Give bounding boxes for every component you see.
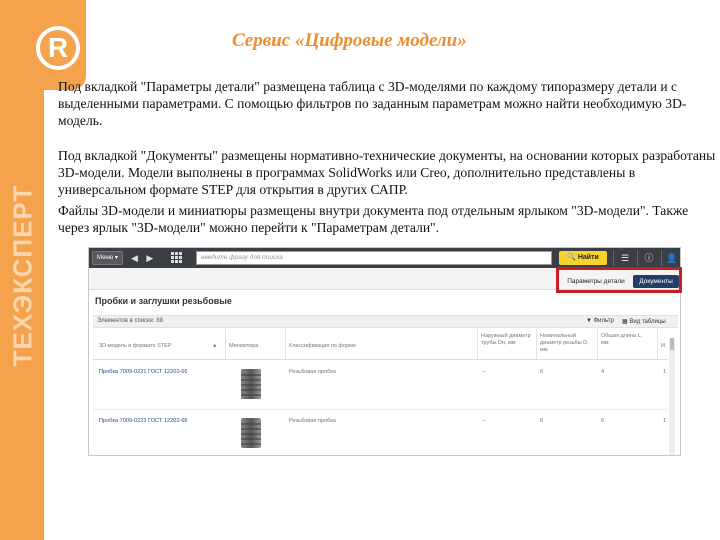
nav-arrows-icon[interactable]: ◀ ▶: [131, 251, 156, 265]
paragraph-params: Под вкладкой "Параметры детали" размещен…: [58, 79, 687, 128]
sort-arrow-icon[interactable]: ▲: [212, 343, 217, 350]
column-header-thumbnail[interactable]: Миниатюра: [229, 343, 258, 350]
paragraph-3d-files: Файлы 3D-модели и миниатюры размещены вн…: [58, 203, 689, 235]
row-divider: [93, 409, 668, 410]
find-button-label: Найти: [577, 254, 599, 261]
toolbar-divider: [637, 250, 638, 266]
company-logo: R: [30, 0, 86, 90]
table-icon: ▦: [622, 319, 628, 325]
table-row: Пробка 7009-0221 ГОСТ 12202-66 Резьбовая…: [93, 363, 668, 409]
app-screenshot: Меню ▾ ◀ ▶ введите фразу для поиска 🔍 На…: [88, 247, 681, 456]
table-scrollbar[interactable]: [669, 338, 675, 455]
classification-cell: Резьбовая пробка: [289, 418, 337, 424]
app-toolbar: Меню ▾ ◀ ▶ введите фразу для поиска 🔍 На…: [89, 248, 680, 268]
filter-icon: ▼: [586, 318, 592, 324]
column-header-classification[interactable]: Классификация по форме: [289, 343, 356, 350]
slide-title: Сервис «Цифровые модели»: [232, 30, 467, 51]
toolbar-divider: [661, 250, 662, 266]
column-divider: [225, 329, 226, 359]
column-header-outer-diameter[interactable]: Наружный диаметр трубы Dн, мм: [481, 333, 533, 347]
apps-grid-icon[interactable]: [171, 252, 182, 263]
view-table-button[interactable]: ▦ Вид таблицы: [622, 318, 666, 325]
column-divider: [597, 329, 598, 359]
total-length-cell: 6: [601, 418, 605, 424]
tab-part-parameters[interactable]: Параметры детали: [564, 275, 628, 288]
thread-diameter-cell: 8: [540, 418, 544, 424]
search-input[interactable]: введите фразу для поиска: [196, 251, 552, 265]
extra-cell: 1: [663, 369, 667, 375]
paragraph-documents: Под вкладкой "Документы" размещены норма…: [58, 148, 716, 197]
thread-diameter-cell: 6: [540, 369, 544, 375]
brand-vertical-label: ТЕХЭКСПЕРТ: [7, 184, 38, 366]
column-divider: [536, 329, 537, 359]
filter-label: Фильтр: [593, 318, 614, 324]
model-link[interactable]: Пробка 7009-0223 ГОСТ 12202-66: [99, 418, 188, 424]
column-header-extra[interactable]: И: [661, 343, 665, 350]
view-table-label: Вид таблицы: [629, 319, 666, 325]
outer-diameter-cell: –: [482, 369, 486, 375]
outer-diameter-cell: –: [482, 418, 486, 424]
total-length-cell: 4: [601, 369, 605, 375]
column-header-total-length[interactable]: Общая длина L, мм: [601, 333, 645, 347]
item-count: Элементов в списке: 88: [97, 318, 164, 324]
column-divider: [657, 329, 658, 359]
column-divider: [477, 329, 478, 359]
plug-thumbnail-icon[interactable]: [229, 365, 273, 403]
logo-circle-icon: R: [36, 26, 80, 70]
menu-button[interactable]: Меню ▾: [92, 251, 123, 265]
table-row: Пробка 7009-0223 ГОСТ 12202-66 Резьбовая…: [93, 412, 668, 455]
header-divider: [93, 359, 668, 360]
info-icon[interactable]: ⓘ: [642, 251, 656, 265]
logo-letter: R: [47, 32, 69, 63]
page-title: Пробки и заглушки резьбовые: [95, 296, 232, 306]
hamburger-menu-icon[interactable]: ☰: [618, 251, 632, 265]
column-divider: [285, 329, 286, 359]
user-icon[interactable]: 👤: [665, 251, 679, 265]
model-link[interactable]: Пробка 7009-0221 ГОСТ 12202-66: [99, 369, 188, 375]
brand-vertical-text: ТЕХЭКСПЕРТ: [3, 184, 43, 366]
toolbar-divider: [613, 250, 614, 266]
tab-documents[interactable]: Документы: [633, 275, 679, 288]
column-header-model[interactable]: 3D-модель в формате STEP: [99, 343, 172, 350]
find-button[interactable]: 🔍 Найти: [559, 251, 607, 265]
classification-cell: Резьбовая пробка: [289, 369, 337, 375]
filter-button[interactable]: ▼ Фильтр: [586, 318, 614, 324]
column-header-thread-diameter[interactable]: Номинальный диаметр резьбы D, мм: [540, 333, 592, 354]
plug-thumbnail-icon[interactable]: [229, 414, 273, 452]
extra-cell: 1: [663, 418, 667, 424]
